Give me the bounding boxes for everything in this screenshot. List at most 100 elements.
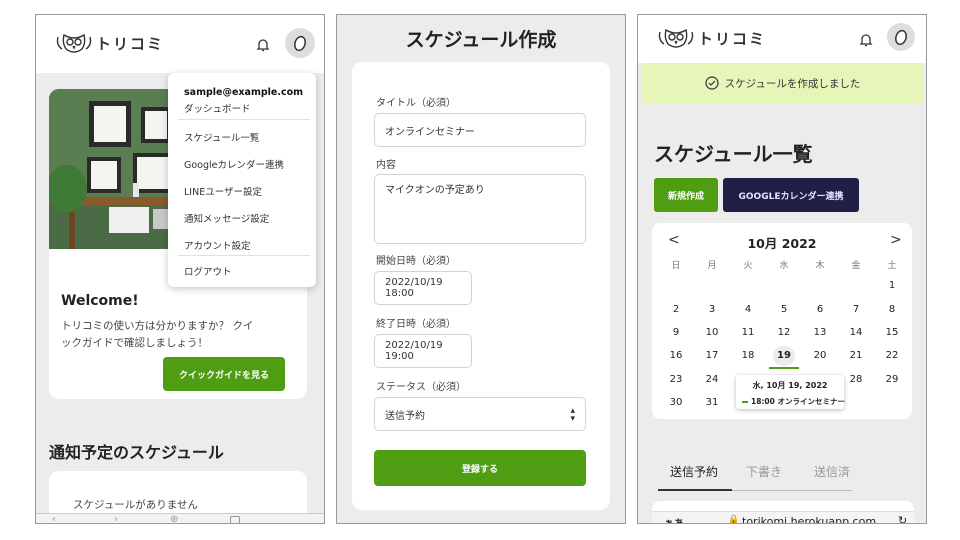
calendar-day[interactable]: 3 — [702, 304, 722, 315]
app-logo[interactable]: トリコミ — [656, 26, 766, 50]
calendar-day-selected[interactable]: 19 — [773, 346, 795, 366]
calendar-day[interactable]: 12 — [774, 327, 794, 338]
menu-item-account-settings[interactable]: アカウント設定 — [184, 238, 251, 252]
app-logo[interactable]: トリコミ — [54, 31, 164, 55]
reload-icon[interactable]: ↻ — [898, 514, 907, 523]
submit-button[interactable]: 登録する — [374, 450, 586, 486]
calendar-day[interactable]: 30 — [666, 397, 686, 408]
calendar-next-button[interactable]: > — [890, 232, 902, 248]
calendar-day[interactable]: 10 — [702, 327, 722, 338]
section-title: 通知予定のスケジュール — [49, 443, 224, 462]
owl-logo-icon — [658, 28, 694, 48]
bell-icon[interactable] — [255, 37, 271, 53]
hero-text: トリコミの使い方は分かりますか？ クイ ックガイドで確認しましょう！ — [61, 318, 253, 352]
quick-guide-button[interactable]: クイックガイドを見る — [163, 357, 285, 391]
calendar-day[interactable]: 21 — [846, 350, 866, 361]
bookmarks-icon[interactable] — [230, 516, 240, 523]
weekday-header: 土 — [887, 261, 897, 271]
weekday-header: 金 — [851, 261, 861, 271]
end-datetime-input[interactable]: 2022/10/19 19:00 — [374, 334, 472, 368]
calendar-day[interactable]: 8 — [882, 304, 902, 315]
event-marker — [742, 401, 748, 403]
menu-item-google-calendar[interactable]: Googleカレンダー連携 — [184, 157, 284, 171]
share-icon[interactable]: ⊕ — [170, 514, 178, 523]
menu-divider — [178, 119, 310, 120]
page-title: スケジュール一覧 — [654, 142, 813, 166]
tooltip-date: 水, 10月 19, 2022 — [752, 381, 828, 390]
new-schedule-button[interactable]: 新規作成 — [654, 178, 718, 212]
calendar-day[interactable]: 14 — [846, 327, 866, 338]
calendar-day[interactable]: 7 — [846, 304, 866, 315]
calendar-month-label: 10月 2022 — [747, 236, 817, 251]
calendar-day[interactable]: 29 — [882, 374, 902, 385]
calendar-day[interactable]: 2 — [666, 304, 686, 315]
calendar-day[interactable]: 16 — [666, 350, 686, 361]
content-textarea[interactable]: マイクオンの予定あり — [374, 174, 586, 244]
tab-1[interactable]: 下書き — [746, 463, 782, 480]
event-tooltip: 水, 10月 19, 2022 18:00 オンラインセミナー — [736, 375, 845, 409]
egg-icon — [294, 35, 306, 52]
text-size-button[interactable]: ぁあ — [664, 515, 684, 523]
menu-divider — [178, 255, 310, 256]
hero-text-line-2: ックガイドで確認しましょう！ — [61, 337, 208, 349]
bell-icon[interactable] — [858, 32, 874, 48]
calendar-day[interactable]: 9 — [666, 327, 686, 338]
back-arrow-icon[interactable]: ‹ — [52, 514, 56, 523]
calendar-day[interactable]: 15 — [882, 327, 902, 338]
google-calendar-button[interactable]: GOOGLEカレンダー連携 — [723, 178, 859, 212]
active-tab-indicator — [658, 489, 732, 491]
tab-2[interactable]: 送信済 — [814, 463, 850, 480]
success-alert: スケジュールを作成しました — [641, 63, 924, 103]
event-indicator — [769, 367, 799, 369]
title-label: タイトル（必須） — [376, 98, 456, 109]
calendar: < 10月 2022 > 日月火水木金土 1 2 3 4 5 6 7 8 9 10 11 12 13 14 1… — [652, 223, 912, 419]
forward-arrow-icon[interactable]: › — [114, 514, 118, 523]
calendar-day[interactable]: 22 — [882, 350, 902, 361]
weekday-header: 月 — [707, 261, 717, 271]
menu-item-schedule-list[interactable]: スケジュール一覧 — [184, 130, 259, 144]
tooltip-event: 18:00 オンラインセミナー — [742, 396, 845, 407]
title-input[interactable]: オンラインセミナー — [374, 113, 586, 147]
calendar-day[interactable]: 6 — [810, 304, 830, 315]
calendar-day[interactable]: 28 — [846, 374, 866, 385]
browser-address-bar: ぁあ 🔒 torikomi.herokuapp.com ↻ — [652, 511, 914, 524]
lock-icon: 🔒 — [728, 515, 740, 524]
calendar-day[interactable]: 1 — [882, 280, 902, 291]
select-arrows-icon: ▴ ▾ — [570, 406, 575, 424]
avatar[interactable] — [887, 23, 915, 51]
success-message: スケジュールを作成しました — [724, 77, 861, 90]
weekday-header: 水 — [779, 261, 789, 271]
app-name: トリコミ — [96, 34, 165, 53]
screen-create-schedule: スケジュール作成 タイトル（必須） オンラインセミナー 内容 マイクオンの予定あ… — [336, 14, 626, 524]
app-header: トリコミ — [638, 15, 926, 63]
start-datetime-input[interactable]: 2022/10/19 18:00 — [374, 271, 472, 305]
check-circle-icon — [705, 76, 719, 90]
calendar-day[interactable]: 4 — [738, 304, 758, 315]
menu-item-notification-messages[interactable]: 通知メッセージ設定 — [184, 211, 269, 225]
calendar-day[interactable]: 18 — [738, 350, 758, 361]
menu-item-line-users[interactable]: LINEユーザー設定 — [184, 184, 262, 198]
screen-schedule-list: トリコミ スケジュールを作成しました スケジュール一覧 新規作成 GOOGLEカ… — [637, 14, 927, 524]
menu-item-logout[interactable]: ログアウト — [184, 264, 232, 278]
avatar[interactable] — [285, 28, 315, 58]
calendar-day[interactable]: 5 — [774, 304, 794, 315]
calendar-day[interactable]: 24 — [702, 374, 722, 385]
status-select[interactable]: 送信予約 ▴ ▾ — [374, 397, 586, 431]
menu-item-dashboard[interactable]: ダッシュボード — [184, 101, 251, 115]
calendar-day[interactable]: 11 — [738, 327, 758, 338]
calendar-day[interactable]: 23 — [666, 374, 686, 385]
end-label: 終了日時（必須） — [376, 319, 456, 330]
weekday-header: 木 — [815, 261, 825, 271]
user-dropdown-menu: sample@example.com ダッシュボード スケジュール一覧 Goog… — [168, 73, 316, 287]
hero-text-line-1: トリコミの使い方は分かりますか？ クイ — [61, 320, 254, 332]
calendar-day[interactable]: 20 — [810, 350, 830, 361]
tooltip-event-text: 18:00 オンラインセミナー — [751, 397, 845, 406]
calendar-day[interactable]: 31 — [702, 397, 722, 408]
calendar-day[interactable]: 17 — [702, 350, 722, 361]
calendar-day[interactable]: 13 — [810, 327, 830, 338]
weekday-header: 日 — [671, 261, 681, 271]
url-text[interactable]: torikomi.herokuapp.com — [742, 515, 876, 523]
content-label: 内容 — [376, 160, 396, 171]
schedule-form: タイトル（必須） オンラインセミナー 内容 マイクオンの予定あり 開始日時（必須… — [352, 62, 610, 510]
tab-0[interactable]: 送信予約 — [670, 463, 718, 480]
